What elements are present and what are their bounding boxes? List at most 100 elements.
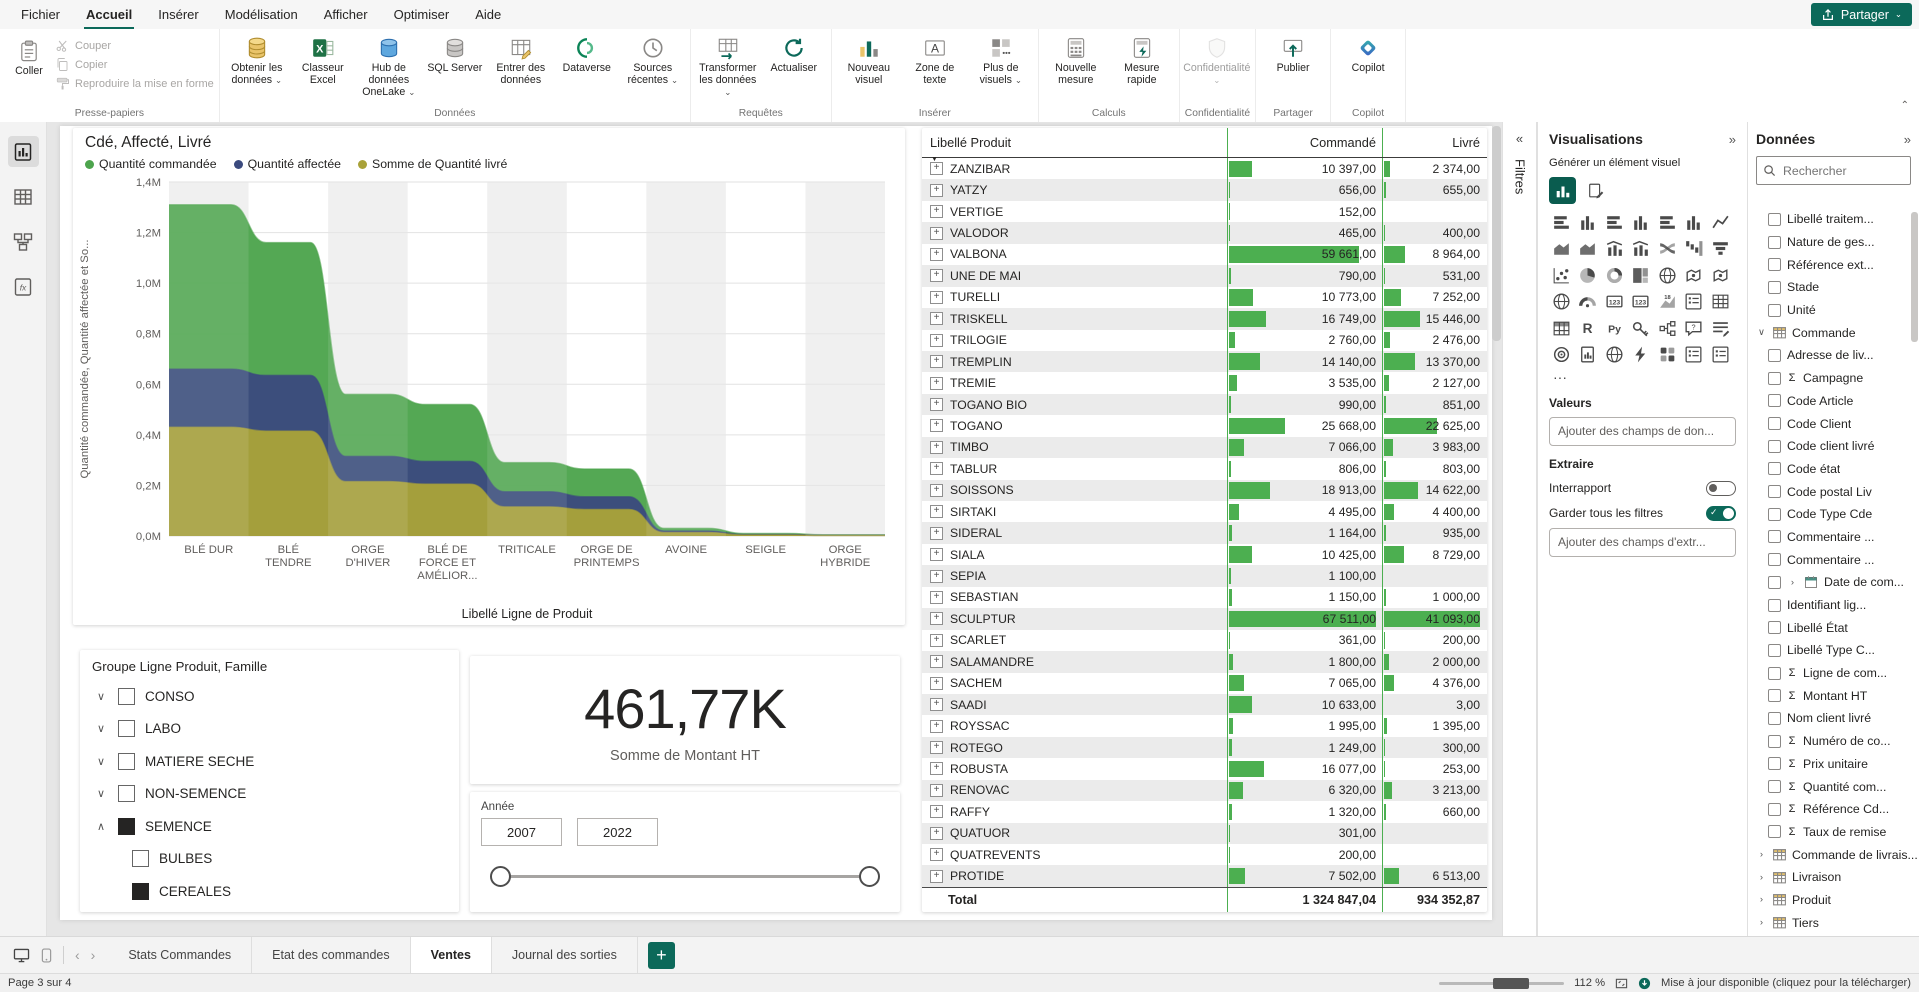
field-table-commande[interactable]: ∨Commande: [1748, 321, 1919, 344]
field-list-scrollbar[interactable]: [1911, 212, 1918, 932]
checkbox[interactable]: [132, 850, 149, 867]
table-row[interactable]: +SIALA10 425,008 729,00: [922, 544, 1487, 565]
legend-item[interactable]: Quantité commandée: [85, 157, 217, 171]
ribbon-button-transformer-les-donnees[interactable]: Transformer les données ⌄: [696, 32, 760, 98]
stacked-bar-chart-icon[interactable]: [1549, 210, 1573, 234]
field-table-produit[interactable]: ›Produit: [1748, 889, 1919, 912]
tree-item-labo[interactable]: ∨LABO: [80, 713, 459, 746]
field-libelle-traitem-[interactable]: Libellé traitem...: [1748, 208, 1919, 231]
scatter-chart-icon[interactable]: [1549, 263, 1573, 287]
tree-item-semence[interactable]: ∧SEMENCE: [80, 810, 459, 843]
field-libelle-etat[interactable]: Libellé État: [1748, 616, 1919, 639]
field-taux-de-remise[interactable]: ΣTaux de remise: [1748, 821, 1919, 844]
field-checkbox[interactable]: [1768, 417, 1781, 430]
table-row[interactable]: +TOGANO BIO990,00851,00: [922, 394, 1487, 415]
gauge-icon[interactable]: [1576, 290, 1600, 314]
table-row[interactable]: +QUATREVENTS200,00: [922, 844, 1487, 865]
tree-item-cereales[interactable]: CEREALES: [80, 875, 459, 908]
chevron-up-icon[interactable]: ∧: [94, 820, 108, 833]
ribbon-button-entrer-des-donnees[interactable]: Entrer des données: [489, 32, 553, 86]
field-reference-ext-[interactable]: Référence ext...: [1748, 253, 1919, 276]
chevron-down-icon[interactable]: ∨: [94, 787, 108, 800]
expand-row-icon[interactable]: +: [930, 548, 943, 561]
table-row[interactable]: +TURELLI10 773,007 252,00: [922, 287, 1487, 308]
chevron-down-icon[interactable]: ∨: [1756, 327, 1767, 338]
expand-row-icon[interactable]: +: [930, 634, 943, 647]
ribbon-button-sql-server[interactable]: SQL Server: [423, 32, 487, 74]
field-checkbox[interactable]: [1768, 485, 1781, 498]
checkbox[interactable]: [118, 818, 135, 835]
expand-row-icon[interactable]: +: [930, 570, 943, 583]
field-commentaire-[interactable]: Commentaire ...: [1748, 526, 1919, 549]
expand-row-icon[interactable]: +: [930, 677, 943, 690]
field-checkbox[interactable]: [1768, 349, 1781, 362]
field-ligne-de-com-[interactable]: ΣLigne de com...: [1748, 662, 1919, 685]
expand-row-icon[interactable]: +: [930, 227, 943, 240]
pie-chart-icon[interactable]: [1576, 263, 1600, 287]
table-row[interactable]: +SEBASTIAN1 150,001 000,00: [922, 587, 1487, 608]
field-table-commande-de-livrais-[interactable]: ›Commande de livrais...: [1748, 843, 1919, 866]
range-slider-handle-right[interactable]: [859, 866, 880, 887]
cross-report-toggle[interactable]: [1706, 481, 1736, 496]
expand-row-icon[interactable]: +: [930, 419, 943, 432]
table-row[interactable]: +SAADI10 633,003,00: [922, 694, 1487, 715]
field-commentaire-[interactable]: Commentaire ...: [1748, 548, 1919, 571]
checkbox[interactable]: [118, 720, 135, 737]
filled-map-icon[interactable]: [1682, 263, 1706, 287]
ribbon-button-copilot[interactable]: Copilot: [1336, 32, 1400, 74]
table-row[interactable]: +VALBONA59 661,008 964,00: [922, 244, 1487, 265]
legend-item[interactable]: Somme de Quantité livré: [358, 157, 507, 171]
dax-query-view-icon[interactable]: fx: [8, 271, 39, 302]
table-row[interactable]: +QUATUOR301,00: [922, 823, 1487, 844]
search-input[interactable]: [1781, 163, 1904, 179]
expand-row-icon[interactable]: +: [930, 505, 943, 518]
field-table-livraison[interactable]: ›Livraison: [1748, 866, 1919, 889]
more-visuals-ellipsis[interactable]: ···: [1549, 367, 1736, 385]
expand-filters-icon[interactable]: «: [1503, 122, 1536, 146]
table-row[interactable]: +SIDERAL1 164,00935,00: [922, 522, 1487, 543]
field-stade[interactable]: Stade: [1748, 276, 1919, 299]
add-drillthrough-fields-dropzone[interactable]: Ajouter des champs d'extr...: [1549, 528, 1736, 557]
field-quantite-com-[interactable]: ΣQuantité com...: [1748, 775, 1919, 798]
field-checkbox[interactable]: [1768, 689, 1781, 702]
table-row[interactable]: +PROTIDE7 502,006 513,00: [922, 865, 1487, 886]
table-view-icon[interactable]: [8, 181, 39, 212]
expand-row-icon[interactable]: +: [930, 698, 943, 711]
ribbon-button-zone-de-texte[interactable]: AZone de texte: [903, 32, 967, 86]
kpi-icon[interactable]: 18: [1655, 290, 1679, 314]
expand-row-icon[interactable]: +: [930, 591, 943, 604]
field-checkbox[interactable]: [1768, 462, 1781, 475]
card-icon[interactable]: 123: [1602, 290, 1626, 314]
collapse-visualizations-icon[interactable]: »: [1729, 132, 1736, 147]
canvas-scrollbar[interactable]: [1492, 124, 1501, 934]
field-checkbox[interactable]: [1768, 394, 1781, 407]
ribbon-button-nouveau-visuel[interactable]: Nouveau visuel: [837, 32, 901, 86]
area-chart-visual[interactable]: Cdé, Affecté, Livré Quantité commandéeQu…: [73, 128, 905, 625]
expand-row-icon[interactable]: +: [930, 162, 943, 175]
expand-row-icon[interactable]: +: [930, 377, 943, 390]
menu-inserer[interactable]: Insérer: [145, 0, 211, 29]
chevron-down-icon[interactable]: ∨: [94, 690, 108, 703]
field-libelle-type-c-[interactable]: Libellé Type C...: [1748, 639, 1919, 662]
expand-row-icon[interactable]: +: [930, 827, 943, 840]
table-row[interactable]: +UNE DE MAI790,00531,00: [922, 265, 1487, 286]
field-checkbox[interactable]: [1768, 825, 1781, 838]
chevron-right-icon[interactable]: ›: [1756, 917, 1767, 928]
field-checkbox[interactable]: [1768, 757, 1781, 770]
expand-row-icon[interactable]: +: [930, 612, 943, 625]
field-nom-client-livre[interactable]: Nom client livré: [1748, 707, 1919, 730]
line-and-stacked-column-chart-icon[interactable]: [1602, 237, 1626, 261]
ribbon-button-classeur-excel[interactable]: XClasseur Excel: [291, 32, 355, 86]
ribbon-button-couper[interactable]: Couper: [55, 38, 214, 53]
year-range-slicer[interactable]: Année 2007 2022: [470, 792, 900, 912]
product-group-tree-slicer[interactable]: Groupe Ligne Produit, Famille ∨CONSO∨LAB…: [80, 650, 459, 912]
stacked-area-chart-icon[interactable]: [1576, 237, 1600, 261]
tree-item-matiere-seche[interactable]: ∨MATIERE SECHE: [80, 745, 459, 778]
metrics-icon[interactable]: [1549, 343, 1573, 367]
table-row[interactable]: +SALAMANDRE1 800,002 000,00: [922, 651, 1487, 672]
field-numero-de-co-[interactable]: ΣNuméro de co...: [1748, 730, 1919, 753]
line-and-clustered-column-chart-icon[interactable]: [1629, 237, 1653, 261]
expand-row-icon[interactable]: +: [930, 848, 943, 861]
ribbon-button-mesure-rapide[interactable]: Mesure rapide: [1110, 32, 1174, 86]
field-checkbox[interactable]: [1768, 803, 1781, 816]
